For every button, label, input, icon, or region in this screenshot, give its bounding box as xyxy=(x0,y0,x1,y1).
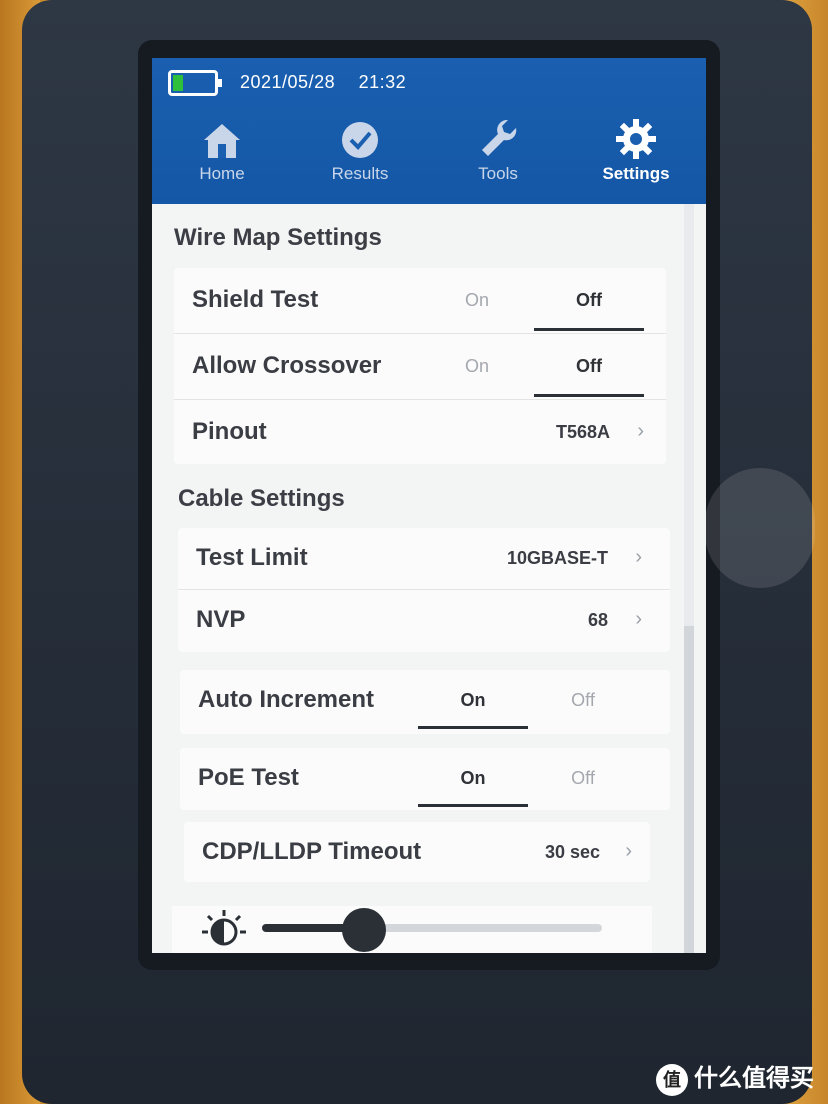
auto-increment-label: Auto Increment xyxy=(198,686,375,713)
auto-increment-row: Auto Increment On Off xyxy=(180,670,670,734)
battery-icon xyxy=(168,70,222,96)
cdp-lldp-timeout-value: 30 sec xyxy=(544,842,600,862)
cable-card: Test Limit 10GBASE-T › NVP 68 › xyxy=(178,528,670,652)
brightness-icon xyxy=(198,908,250,953)
chevron-right-icon: › xyxy=(625,840,632,862)
shield-test-off[interactable]: Off xyxy=(534,290,644,311)
tab-tools-label: Tools xyxy=(478,164,518,183)
poe-test-on[interactable]: On xyxy=(418,768,528,789)
auto-increment-on[interactable]: On xyxy=(418,690,528,711)
tab-tools[interactable]: Tools xyxy=(438,116,558,184)
nvp-label: NVP xyxy=(196,606,246,633)
poe-test-selected-indicator xyxy=(418,804,528,807)
scrollbar-thumb[interactable] xyxy=(684,626,694,953)
status-datetime: 2021/05/28 21:32 xyxy=(240,72,406,93)
allow-crossover-row: Allow Crossover On Off xyxy=(174,334,666,400)
pinout-value: T568A xyxy=(555,422,610,442)
watermark-badge: 值 xyxy=(656,1063,688,1096)
allow-crossover-on[interactable]: On xyxy=(422,356,532,377)
test-limit-value: 10GBASE-T xyxy=(506,548,608,568)
poe-test-row: PoE Test On Off xyxy=(180,748,670,810)
touch-screen: 2021/05/28 21:32 Home Results Tools Sett… xyxy=(152,58,706,953)
tab-settings[interactable]: Settings xyxy=(576,116,696,184)
cable-settings-title: Cable Settings xyxy=(178,485,345,512)
top-bar: 2021/05/28 21:32 Home Results Tools Sett… xyxy=(152,58,706,204)
tab-home-label: Home xyxy=(199,164,245,183)
brightness-slider-handle[interactable] xyxy=(342,908,386,952)
poe-test-label: PoE Test xyxy=(198,764,299,791)
shield-test-selected-indicator xyxy=(534,328,644,331)
nvp-row[interactable]: NVP 68 › xyxy=(178,590,670,652)
cdp-lldp-card: CDP/LLDP Timeout 30 sec › xyxy=(184,822,650,882)
gear-icon xyxy=(576,116,696,160)
nvp-value: 68 xyxy=(587,610,608,630)
auto-increment-selected-indicator xyxy=(418,726,528,729)
pinout-row[interactable]: Pinout T568A › xyxy=(174,400,666,464)
chevron-right-icon: › xyxy=(635,546,642,568)
wire-map-settings-title: Wire Map Settings xyxy=(174,224,382,251)
wire-map-card: Shield Test On Off Allow Crossover On Of… xyxy=(174,268,666,464)
allow-crossover-off[interactable]: Off xyxy=(534,356,644,377)
check-circle-icon xyxy=(300,116,420,160)
poe-test-card: PoE Test On Off xyxy=(180,748,670,810)
cdp-lldp-timeout-row[interactable]: CDP/LLDP Timeout 30 sec › xyxy=(184,822,650,882)
device-button-bump xyxy=(705,468,815,588)
home-icon xyxy=(162,116,282,160)
shield-test-on[interactable]: On xyxy=(422,290,532,311)
shield-test-row: Shield Test On Off xyxy=(174,268,666,334)
tab-results-label: Results xyxy=(331,164,389,183)
test-limit-label: Test Limit xyxy=(196,544,308,571)
chevron-right-icon: › xyxy=(635,608,642,630)
tab-home[interactable]: Home xyxy=(162,116,282,184)
auto-increment-card: Auto Increment On Off xyxy=(180,670,670,734)
wrench-icon xyxy=(438,116,558,160)
poe-test-off[interactable]: Off xyxy=(528,768,638,789)
shield-test-label: Shield Test xyxy=(192,286,319,313)
pinout-label: Pinout xyxy=(192,418,267,445)
watermark-text: 什么值得买 xyxy=(694,1065,814,1092)
allow-crossover-label: Allow Crossover xyxy=(192,352,382,379)
watermark: 值什么值得买 xyxy=(656,1058,814,1096)
test-limit-row[interactable]: Test Limit 10GBASE-T › xyxy=(178,528,670,590)
tab-settings-label: Settings xyxy=(602,164,670,183)
cdp-lldp-timeout-label: CDP/LLDP Timeout xyxy=(202,838,422,865)
status-date: 2021/05/28 xyxy=(240,72,336,92)
status-time: 21:32 xyxy=(358,72,407,92)
chevron-right-icon: › xyxy=(637,420,644,442)
allow-crossover-selected-indicator xyxy=(534,394,644,397)
auto-increment-off[interactable]: Off xyxy=(528,690,638,711)
tab-results[interactable]: Results xyxy=(300,116,420,184)
